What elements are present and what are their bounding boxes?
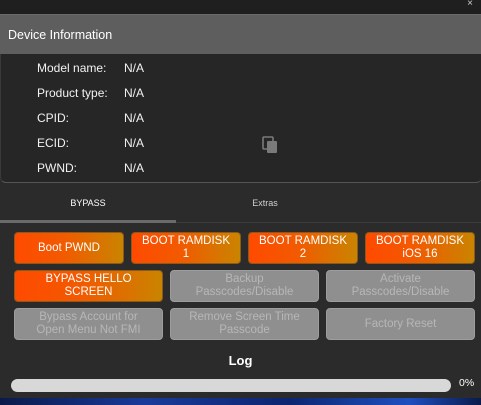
desktop-background-strip xyxy=(0,398,481,405)
bypass-hello-screen-button[interactable]: BYPASS HELLO SCREEN xyxy=(14,270,163,302)
device-info-panel: Model name: N/A Product type: N/A CPID: … xyxy=(0,54,481,183)
product-type-label: Product type: xyxy=(37,86,108,100)
copy-icon[interactable] xyxy=(262,136,278,154)
device-info-title: Device Information xyxy=(8,28,113,42)
tab-bar: BYPASS Extras xyxy=(0,186,481,224)
close-icon[interactable]: × xyxy=(465,0,475,9)
model-name-value: N/A xyxy=(124,61,145,75)
boot-pwnd-button[interactable]: Boot PWND xyxy=(14,232,124,264)
cpid-value: N/A xyxy=(124,111,145,125)
tab-bypass[interactable]: BYPASS xyxy=(0,186,176,220)
tab-divider xyxy=(176,222,481,223)
progress-bar xyxy=(11,379,451,392)
boot-ramdisk-1-button[interactable]: BOOT RAMDISK 1 xyxy=(131,232,241,264)
title-bar: × xyxy=(0,0,481,14)
log-title: Log xyxy=(228,353,253,368)
factory-reset-button[interactable]: Factory Reset xyxy=(326,308,475,340)
boot-ramdisk-ios16-button[interactable]: BOOT RAMDISK iOS 16 xyxy=(365,232,475,264)
tab-active-indicator xyxy=(0,220,176,223)
boot-ramdisk-2-button[interactable]: BOOT RAMDISK 2 xyxy=(248,232,358,264)
device-info-header: Device Information xyxy=(0,14,481,55)
activate-passcodes-button[interactable]: Activate Passcodes/Disable xyxy=(326,270,475,302)
pwnd-value: N/A xyxy=(124,161,145,175)
tab-extras[interactable]: Extras xyxy=(177,186,353,220)
ecid-label: ECID: xyxy=(37,136,70,150)
pwnd-label: PWND: xyxy=(37,161,77,175)
ecid-value: N/A xyxy=(124,136,145,150)
cpid-label: CPID: xyxy=(37,111,70,125)
model-name-label: Model name: xyxy=(37,61,107,75)
remove-screen-time-button[interactable]: Remove Screen Time Passcode xyxy=(170,308,319,340)
bypass-account-button[interactable]: Bypass Account for Open Menu Not FMI xyxy=(14,308,163,340)
progress-percent: 0% xyxy=(459,377,475,389)
backup-passcodes-button[interactable]: Backup Passcodes/Disable xyxy=(170,270,319,302)
product-type-value: N/A xyxy=(124,86,145,100)
